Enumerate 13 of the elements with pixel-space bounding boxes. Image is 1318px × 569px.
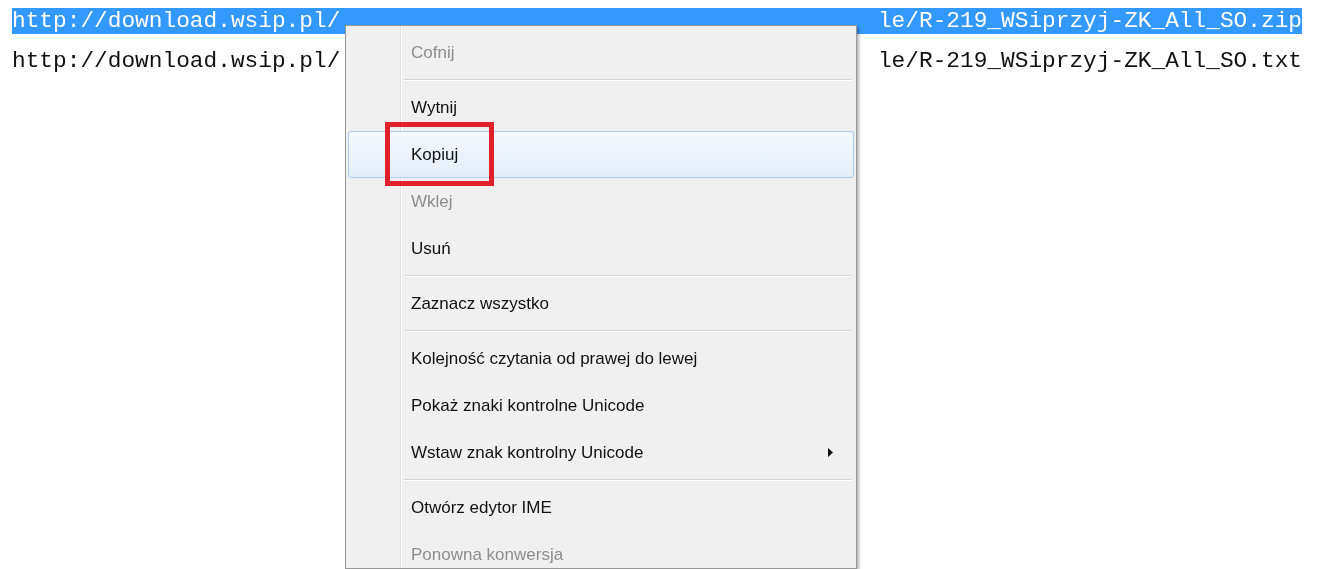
url-text: http://download.wsip.pl/ [12,8,341,34]
menu-item[interactable]: Pokaż znaki kontrolne Unicode [348,382,854,429]
url-text: le/R-219_WSiprzyj-ZK_All_SO.txt [877,48,1302,74]
url-text: le/R-219_WSiprzyj-ZK_All_SO.zip [877,8,1302,34]
menu-item[interactable]: Wytnij [348,84,854,131]
menu-item[interactable]: Zaznacz wszystko [348,280,854,327]
menu-item[interactable]: Wstaw znak kontrolny Unicode [348,429,854,476]
menu-item[interactable]: Kopiuj [348,131,854,178]
submenu-arrow-icon [828,448,833,457]
menu-item[interactable]: Otwórz edytor IME [348,484,854,531]
menu-item[interactable]: Kolejność czytania od prawej do lewej [348,335,854,382]
menu-item[interactable]: Usuń [348,225,854,272]
url-text: http://download.wsip.pl/ [12,48,341,74]
